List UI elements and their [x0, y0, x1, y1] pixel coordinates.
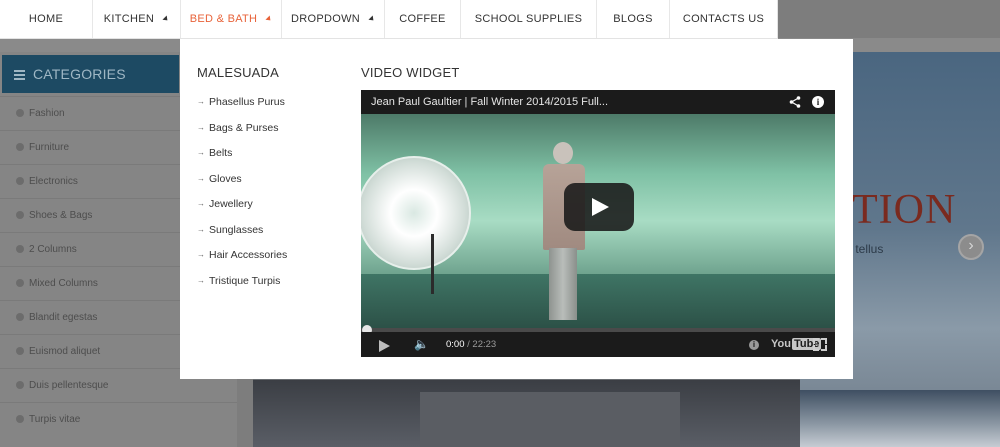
play-icon[interactable]	[379, 340, 390, 352]
bullet-icon	[16, 143, 24, 152]
bullet-icon	[16, 347, 24, 356]
studio-umbrella	[361, 156, 471, 270]
slider-next-arrow-icon[interactable]: ›	[958, 234, 984, 260]
lower-banner-image	[420, 392, 680, 447]
arrow-right-icon: →	[197, 97, 205, 106]
submenu-link[interactable]: → Jewellery	[197, 196, 287, 222]
video-player[interactable]: Jean Paul Gaultier | Fall Winter 2014/20…	[361, 90, 835, 357]
submenu-links: → Phasellus Purus → Bags & Purses → Belts →…	[197, 94, 287, 298]
info-icon[interactable]: i	[812, 96, 824, 108]
volume-icon[interactable]: 🔈	[414, 332, 429, 357]
submenu-link[interactable]: → Phasellus Purus	[197, 94, 287, 120]
mega-menu-dropdown: MALESUADA → Phasellus Purus → Bags & Purse…	[180, 39, 853, 379]
categories-header[interactable]: CATEGORIES	[2, 55, 179, 93]
runway-model	[539, 142, 589, 322]
submenu-link[interactable]: → Sunglasses	[197, 222, 287, 248]
column-heading: MALESUADA	[197, 65, 279, 80]
categories-title: CATEGORIES	[33, 66, 126, 82]
arrow-right-icon: →	[197, 224, 205, 234]
arrow-right-icon: →	[197, 173, 205, 183]
submenu-link[interactable]: → Hair Accessories	[197, 247, 287, 273]
bullet-icon	[16, 279, 24, 288]
video-controls: 🔈 0:00 / 22:23 i You Tube	[361, 332, 835, 357]
submenu-link[interactable]: → Belts	[197, 145, 287, 171]
video-time: 0:00 / 22:23	[446, 339, 497, 350]
bullet-icon	[16, 381, 24, 390]
arrow-right-icon: →	[197, 122, 205, 132]
arrow-right-icon: →	[197, 250, 205, 259]
arrow-right-icon: →	[197, 275, 205, 285]
bullet-icon	[16, 177, 24, 186]
nav-item-school-supplies[interactable]: SCHOOL SUPPLIES	[461, 0, 597, 38]
bullet-icon	[16, 313, 24, 322]
dropdown-caret-icon	[265, 15, 273, 23]
info-icon[interactable]: i	[749, 340, 759, 350]
bullet-icon	[16, 211, 24, 220]
dropdown-caret-icon	[368, 15, 376, 23]
hamburger-menu-icon	[14, 68, 25, 82]
banner-title: TION	[852, 187, 957, 233]
arrow-right-icon: →	[197, 148, 205, 157]
share-icon[interactable]	[789, 96, 801, 108]
bullet-icon	[16, 415, 24, 424]
nav-item-bed-bath[interactable]: BED & BATH	[181, 0, 282, 38]
mountain-image	[800, 390, 1000, 447]
bullet-icon	[16, 245, 24, 254]
nav-item-coffee[interactable]: COFFEE	[385, 0, 461, 38]
column-heading: VIDEO WIDGET	[361, 65, 460, 80]
dropdown-caret-icon	[162, 15, 170, 23]
play-button[interactable]	[564, 183, 634, 231]
nav-item-contacts-us[interactable]: CONTACTS US	[670, 0, 778, 38]
arrow-right-icon: →	[197, 199, 205, 208]
main-nav: HOME KITCHEN BED & BATH DROPDOWN COFFEE …	[0, 0, 778, 39]
nav-item-blogs[interactable]: BLOGS	[597, 0, 670, 38]
video-title-bar: Jean Paul Gaultier | Fall Winter 2014/20…	[361, 90, 835, 114]
submenu-link[interactable]: → Gloves	[197, 171, 287, 197]
fullscreen-icon[interactable]	[813, 338, 827, 351]
nav-item-dropdown[interactable]: DROPDOWN	[282, 0, 385, 38]
submenu-link[interactable]: → Bags & Purses	[197, 120, 287, 146]
video-title[interactable]: Jean Paul Gaultier | Fall Winter 2014/20…	[371, 90, 608, 114]
nav-item-kitchen[interactable]: KITCHEN	[93, 0, 181, 38]
nav-item-home[interactable]: HOME	[0, 0, 93, 38]
bullet-icon	[16, 109, 24, 118]
submenu-link[interactable]: → Tristique Turpis	[197, 273, 287, 299]
category-item[interactable]: Turpis vitae	[0, 402, 237, 436]
